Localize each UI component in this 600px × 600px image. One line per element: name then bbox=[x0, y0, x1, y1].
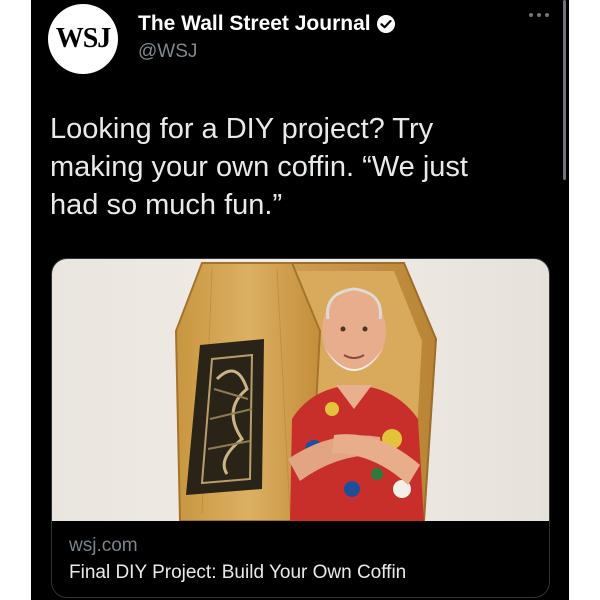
verified-badge-icon bbox=[376, 15, 395, 33]
more-dots-icon[interactable] bbox=[525, 8, 553, 22]
link-card[interactable]: wsj.com Final DIY Project: Build Your Ow… bbox=[51, 258, 550, 598]
coffin-photo[interactable] bbox=[52, 259, 549, 521]
tweet: WSJ The Wall Street Journal @WSJ Looking… bbox=[31, 0, 569, 600]
author-handle[interactable]: @WSJ bbox=[138, 41, 197, 63]
avatar-logo-text: WSJ bbox=[55, 23, 112, 54]
scrollbar[interactable] bbox=[563, 0, 566, 180]
link-title[interactable]: Final DIY Project: Build Your Own Coffin bbox=[69, 562, 406, 584]
avatar[interactable]: WSJ bbox=[48, 4, 118, 74]
author-name[interactable]: The Wall Street Journal bbox=[138, 12, 371, 36]
link-domain: wsj.com bbox=[69, 535, 138, 556]
author-name-row[interactable]: The Wall Street Journal bbox=[138, 12, 396, 36]
tweet-text: Looking for a DIY project? Try making yo… bbox=[50, 113, 468, 221]
